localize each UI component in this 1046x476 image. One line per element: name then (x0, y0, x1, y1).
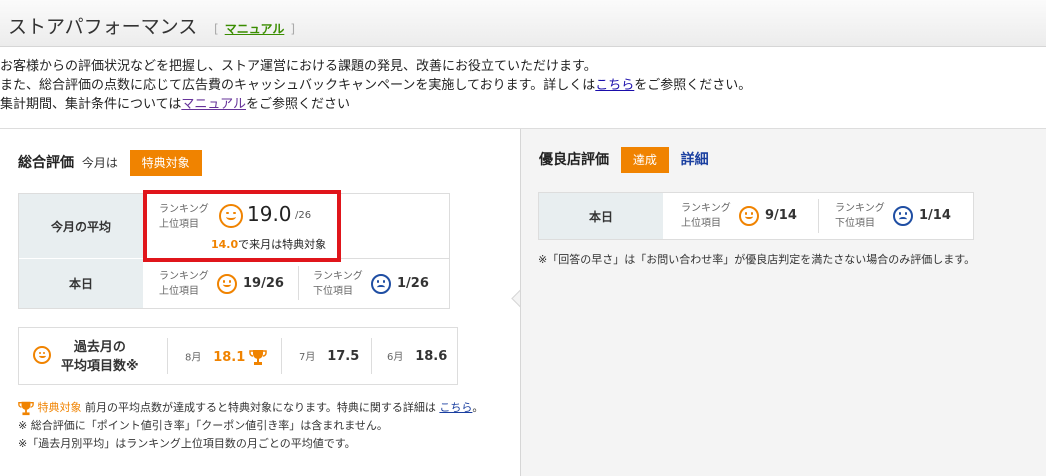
intro-line-2-text: また、総合評価の点数に応じて広告費のキャッシュバックキャンペーンを実施しておりま… (0, 78, 596, 93)
intro-line-3-end: をご参照ください (245, 97, 350, 112)
excellent-heading-row: 優良店評価 達成 詳細 (539, 147, 709, 173)
monthly-avg-highlight: ランキング 上位項目 19.0 /26 14.0で来月は特典対象 (143, 190, 341, 262)
smile-icon (33, 346, 51, 364)
ranking-label: ランキング (681, 203, 731, 214)
intro-line-1: お客様からの評価状況などを把握し、ストア運営における課題の発見、改善にお役立てい… (0, 59, 597, 74)
this-month-label: 今月は (81, 156, 118, 170)
note-benefit-link[interactable]: こちら (439, 401, 472, 414)
overall-panel: 総合評価 今月は 特典対象 今月の平均 本日 ランキング 上位項目 19/26 … (0, 129, 520, 476)
next-threshold: 14.0 (211, 238, 239, 251)
past-divider (371, 338, 372, 374)
intro-line-3-text: 集計期間、集計条件については (0, 97, 182, 112)
excellent-grid: 本日 ランキング 上位項目 9/14 ランキング 下位項目 1/14 (538, 192, 974, 240)
next-text: で来月は特典対象 (238, 238, 327, 251)
next-month-note: 14.0で来月は特典対象 (211, 236, 326, 252)
manual-link-wrap: [マニュアル] (214, 22, 296, 36)
monthly-avg-total: /26 (295, 210, 312, 221)
performance-panels: 総合評価 今月は 特典対象 今月の平均 本日 ランキング 上位項目 19/26 … (0, 128, 1046, 476)
today-label: 本日 (19, 259, 143, 308)
past-month-label: 8月 (185, 352, 202, 364)
excellent-lower-value: 1/14 (919, 208, 951, 223)
past-month-7: 7月 17.5 (299, 348, 359, 364)
note-exclusion: ※ 総合評価に「ポイント値引き率」「クーポン値引き率」は含まれません。 (18, 419, 388, 432)
upper-label: 上位項目 (159, 286, 199, 297)
today-lower-cell: ランキング 下位項目 (313, 267, 363, 297)
trophy-icon (18, 401, 34, 416)
intro-line-2-end: をご参照ください。 (634, 78, 752, 93)
note-benefit-text: 前月の平均点数が達成すると特典対象になります。特典に関する詳細は (85, 401, 436, 414)
note-benefit: 特典対象 前月の平均点数が達成すると特典対象になります。特典に関する詳細は こち… (18, 399, 483, 417)
note-benefit-label: 特典対象 (37, 401, 82, 414)
smile-icon (219, 204, 243, 228)
sad-face-icon (371, 274, 391, 294)
ranking-label: ランキング (835, 203, 885, 214)
excellent-note: ※「回答の早さ」は「お問い合わせ率」が優良店判定を満たさない場合のみ評価します。 (538, 253, 976, 266)
ranking-label: ランキング (159, 271, 209, 282)
lower-label: 下位項目 (313, 286, 353, 297)
sad-face-icon (893, 206, 913, 226)
excellent-upper-cell: ランキング 上位項目 (681, 199, 731, 229)
today-upper-value: 19/26 (243, 276, 284, 291)
ranking-label: ランキング (313, 271, 363, 282)
intro-cashback-link[interactable]: こちら (595, 78, 634, 93)
upper-label: 上位項目 (681, 218, 721, 229)
note-benefit-end: 。 (472, 401, 484, 414)
excellent-today-label: 本日 (539, 193, 663, 239)
past-divider (281, 338, 282, 374)
ranking-label: ランキング (159, 204, 209, 215)
page-title: ストアパフォーマンス (8, 16, 198, 38)
lower-label: 下位項目 (835, 218, 875, 229)
intro-text: お客様からの評価状況などを把握し、ストア運営における課題の発見、改善にお役立てい… (0, 57, 751, 114)
past-month-label: 6月 (387, 352, 404, 363)
past-label-line-1: 過去月の (73, 340, 126, 355)
monthly-avg-label: 今月の平均 (19, 194, 143, 258)
smile-icon (217, 274, 237, 294)
overall-heading-row: 総合評価 今月は 特典対象 (18, 150, 202, 176)
detail-link[interactable]: 詳細 (681, 152, 709, 168)
monthly-avg-value: 19.0 (247, 202, 292, 226)
grid-divider-vertical (818, 199, 819, 233)
smile-icon (739, 206, 759, 226)
trophy-icon (249, 350, 267, 365)
past-divider (167, 338, 168, 374)
past-label-line-2: 平均項目数※ (61, 359, 139, 374)
benefit-badge: 特典対象 (129, 150, 202, 176)
grid-divider-vertical (298, 266, 299, 300)
today-lower-value: 1/26 (397, 276, 429, 291)
achieved-badge: 達成 (620, 147, 669, 173)
past-months-box: 過去月の 平均項目数※ 8月 18.1 7月 17.5 6月 18.6 (18, 327, 458, 385)
past-month-8: 8月 18.1 (185, 348, 267, 366)
past-month-6: 6月 18.6 (387, 348, 447, 364)
excellent-lower-cell: ランキング 下位項目 (835, 199, 885, 229)
overall-heading: 総合評価 (18, 155, 74, 171)
today-upper-cell: ランキング 上位項目 (159, 267, 209, 297)
past-month-value: 18.1 (213, 349, 246, 365)
excellent-upper-value: 9/14 (765, 208, 797, 223)
manual-link[interactable]: マニュアル (225, 22, 285, 36)
note-past-average: ※「過去月別平均」はランキング上位項目数の月ごとの平均値です。 (18, 437, 356, 450)
excellent-panel: 優良店評価 達成 詳細 本日 ランキング 上位項目 9/14 ランキング 下位項… (520, 129, 1046, 476)
intro-line-2: また、総合評価の点数に応じて広告費のキャッシュバックキャンペーンを実施しておりま… (0, 76, 751, 95)
excellent-heading: 優良店評価 (539, 152, 609, 168)
intro-line-3: 集計期間、集計条件についてはマニュアルをご参照ください (0, 95, 751, 114)
past-month-label: 7月 (299, 352, 316, 363)
upper-label: 上位項目 (159, 219, 199, 230)
intro-manual-link[interactable]: マニュアル (181, 97, 246, 112)
monthly-avg-ranking: ランキング 上位項目 (159, 200, 209, 230)
past-month-value: 17.5 (327, 349, 360, 364)
past-month-value: 18.6 (415, 349, 448, 364)
overall-notes: 特典対象 前月の平均点数が達成すると特典対象になります。特典に関する詳細は こち… (18, 399, 483, 453)
past-months-label: 過去月の 平均項目数※ (61, 338, 139, 376)
header-bar: ストアパフォーマンス [マニュアル] (0, 0, 1046, 47)
